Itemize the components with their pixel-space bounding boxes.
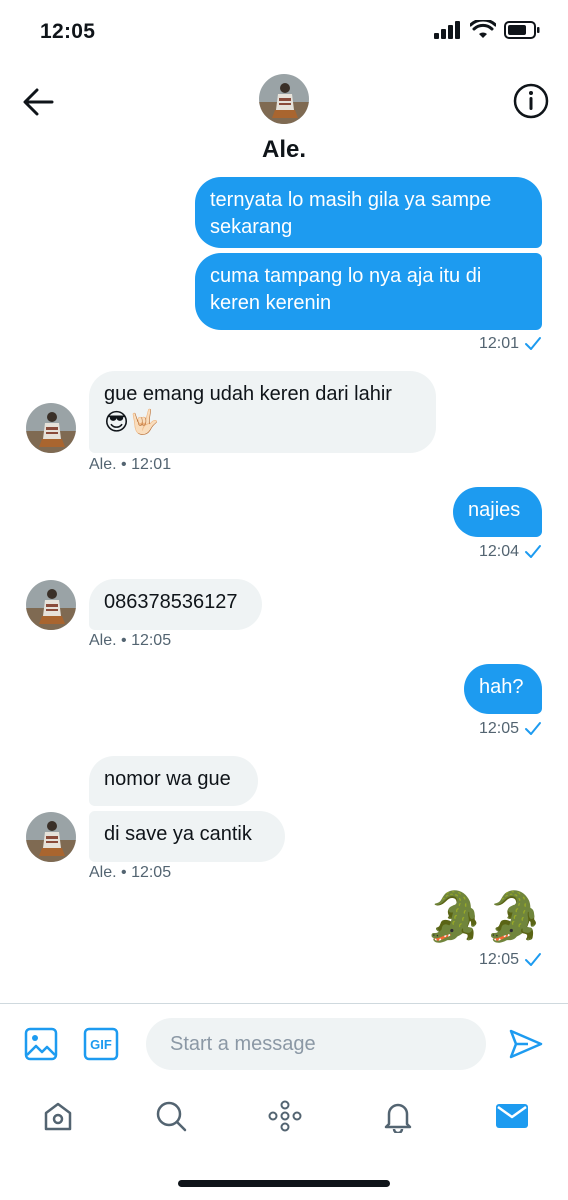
status-bar: 12:05 xyxy=(0,0,568,64)
message-timestamp: 12:05 xyxy=(479,720,542,738)
message-emoji: 😎🤟🏻 xyxy=(104,409,159,436)
status-icons xyxy=(434,20,540,40)
message-bubble-outgoing[interactable]: ternyata lo masih gila ya sampe sekarang xyxy=(195,177,542,248)
avatar-photo-icon xyxy=(26,403,76,453)
message-timestamp: 12:04 xyxy=(479,543,542,561)
message-timestamp: 12:01 xyxy=(479,335,542,353)
cellular-signal-icon xyxy=(434,21,460,39)
status-time: 12:05 xyxy=(40,20,96,43)
message-line: najies xyxy=(468,499,521,521)
envelope-icon xyxy=(496,1104,528,1128)
sender-avatar[interactable] xyxy=(26,812,76,862)
tab-spaces[interactable] xyxy=(263,1094,307,1138)
tab-search[interactable] xyxy=(149,1094,193,1138)
avatar-photo-icon xyxy=(26,580,76,630)
info-icon xyxy=(513,83,549,119)
send-button[interactable] xyxy=(506,1026,546,1062)
message-bubble-incoming[interactable]: 086378536127 xyxy=(89,579,262,630)
message-input[interactable]: Start a message xyxy=(146,1018,486,1070)
message-line: 086378536127 xyxy=(104,591,238,613)
message-bubble-incoming[interactable]: di save ya cantik xyxy=(89,811,285,862)
message-line: gue emang udah keren dari lahir xyxy=(104,383,392,405)
message-emoji-outgoing[interactable]: 🐊🐊 xyxy=(424,888,544,948)
bell-icon xyxy=(384,1103,412,1133)
checkmark-icon xyxy=(525,545,541,558)
back-button[interactable] xyxy=(18,84,58,120)
checkmark-icon xyxy=(525,722,541,735)
tab-home[interactable] xyxy=(36,1094,80,1138)
battery-icon xyxy=(504,21,540,39)
message-bubble-outgoing[interactable]: najies xyxy=(453,487,542,537)
wifi-icon xyxy=(470,20,496,38)
message-timestamp: 12:05 xyxy=(479,951,542,969)
message-line: sekarang xyxy=(210,216,293,238)
gif-button[interactable]: GIF xyxy=(82,1026,120,1062)
message-line: nomor wa gue xyxy=(104,768,231,790)
header-avatar[interactable] xyxy=(259,74,309,124)
message-meta: Ale. • 12:05 xyxy=(89,632,172,649)
avatar-photo-icon xyxy=(259,74,309,124)
message-line: ternyata lo masih gila ya sampe xyxy=(210,189,492,211)
sender-avatar[interactable] xyxy=(26,403,76,453)
message-line: di save ya cantik xyxy=(104,823,252,845)
message-bubble-incoming[interactable]: gue emang udah keren dari lahir 😎🤟🏻 xyxy=(89,371,436,453)
conversation-header: Ale. xyxy=(0,64,568,174)
message-bubble-outgoing[interactable]: cuma tampang lo nya aja itu di keren ker… xyxy=(195,253,542,330)
search-icon xyxy=(156,1101,187,1132)
message-line: hah? xyxy=(479,676,524,698)
message-line: cuma tampang lo nya aja itu di xyxy=(210,265,482,287)
media-button[interactable] xyxy=(22,1025,60,1063)
message-line: keren kerenin xyxy=(210,292,332,314)
tab-messages[interactable] xyxy=(490,1094,534,1138)
sender-avatar[interactable] xyxy=(26,580,76,630)
message-input-placeholder: Start a message xyxy=(170,1032,316,1055)
bottom-tab-bar xyxy=(0,1088,568,1148)
checkmark-icon xyxy=(525,953,541,966)
home-indicator[interactable] xyxy=(178,1180,390,1187)
message-meta: Ale. • 12:05 xyxy=(89,864,172,881)
spaces-icon xyxy=(268,1100,302,1132)
tab-notifications[interactable] xyxy=(376,1094,420,1138)
message-bubble-incoming[interactable]: nomor wa gue xyxy=(89,756,258,806)
message-bubble-outgoing[interactable]: hah? xyxy=(464,664,542,714)
arrow-left-icon xyxy=(23,88,54,116)
image-icon xyxy=(24,1027,58,1061)
composer-divider xyxy=(0,1003,568,1004)
checkmark-icon xyxy=(525,337,541,350)
avatar-photo-icon xyxy=(26,812,76,862)
contact-name[interactable]: Ale. xyxy=(0,136,568,164)
gif-label: GIF xyxy=(90,1036,112,1052)
info-button[interactable] xyxy=(512,82,550,120)
message-meta: Ale. • 12:01 xyxy=(89,456,172,473)
home-icon xyxy=(44,1102,72,1131)
send-icon xyxy=(509,1029,543,1059)
